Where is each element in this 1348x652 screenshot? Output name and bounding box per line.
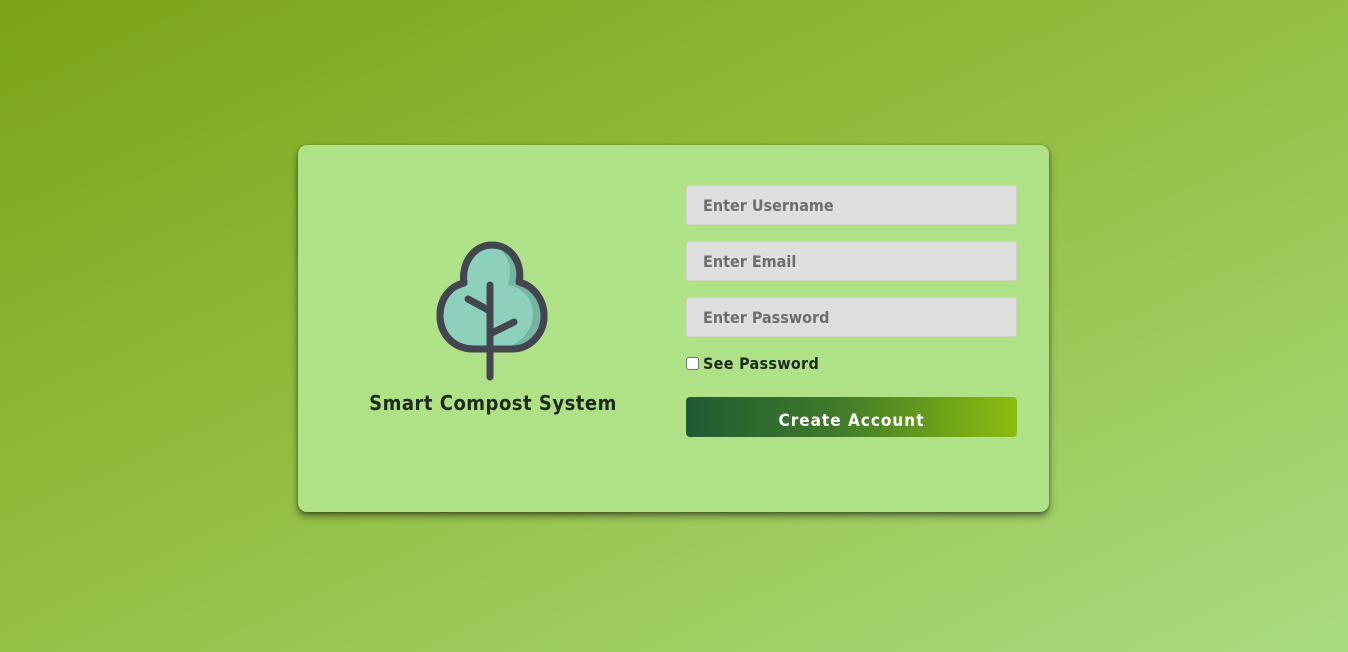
username-input[interactable] [686, 185, 1017, 225]
see-password-label: See Password [703, 353, 820, 373]
email-input[interactable] [686, 241, 1017, 281]
signup-card: Smart Compost System See Password Create… [298, 145, 1049, 512]
see-password-row[interactable]: See Password [686, 353, 1017, 373]
see-password-checkbox[interactable] [686, 356, 699, 370]
password-input[interactable] [686, 297, 1017, 337]
signup-form: See Password Create Account [686, 185, 1017, 437]
brand-title: Smart Compost System [369, 391, 617, 415]
create-account-button[interactable]: Create Account [686, 397, 1017, 437]
tree-icon [436, 241, 548, 381]
brand-panel: Smart Compost System [298, 145, 688, 512]
